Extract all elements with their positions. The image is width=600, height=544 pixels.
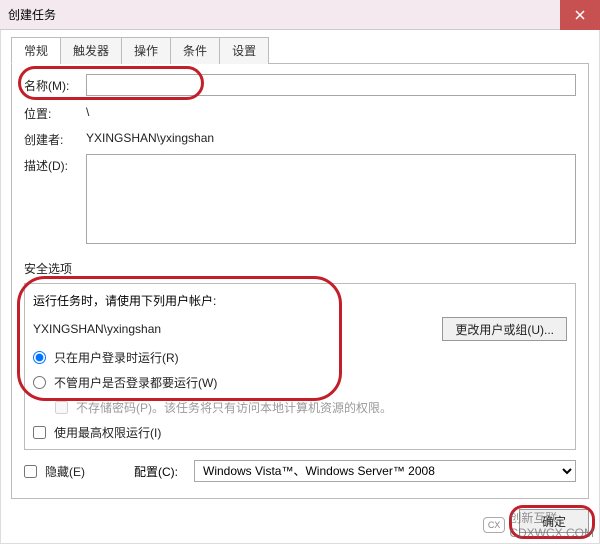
location-label: 位置:: [24, 102, 86, 122]
hidden-checkbox[interactable]: 隐藏(E): [24, 463, 134, 480]
watermark: CX 创新互联CDXWCX.COM: [483, 509, 594, 540]
tab-triggers[interactable]: 触发器: [60, 37, 122, 64]
tab-general[interactable]: 常规: [11, 37, 61, 64]
author-value: YXINGSHAN\yxingshan: [86, 128, 214, 145]
account-value: YXINGSHAN\yxingshan: [33, 322, 442, 336]
highest-privileges-checkbox[interactable]: 使用最高权限运行(I): [33, 424, 567, 441]
configure-select[interactable]: Windows Vista™、Windows Server™ 2008: [194, 460, 576, 482]
close-button[interactable]: [560, 0, 600, 30]
description-label: 描述(D):: [24, 154, 86, 174]
titlebar: 创建任务: [0, 0, 600, 30]
radio-only-loggedin[interactable]: 只在用户登录时运行(R): [33, 349, 567, 366]
nosave-password-checkbox: 不存储密码(P)。该任务将只有访问本地计算机资源的权限。: [55, 399, 567, 416]
tabstrip: 常规 触发器 操作 条件 设置: [11, 36, 589, 64]
tab-actions[interactable]: 操作: [121, 37, 171, 64]
security-options-title: 安全选项: [24, 260, 576, 277]
name-input[interactable]: [86, 74, 576, 96]
window-title: 创建任务: [8, 6, 56, 23]
author-label: 创建者:: [24, 128, 86, 148]
location-value: \: [86, 102, 89, 119]
watermark-text: 创新互联CDXWCX.COM: [509, 509, 594, 540]
radio-whether-loggedin[interactable]: 不管用户是否登录都要运行(W): [33, 374, 567, 391]
watermark-icon: CX: [483, 517, 506, 533]
name-label: 名称(M):: [24, 74, 86, 94]
tab-settings[interactable]: 设置: [219, 37, 269, 64]
tab-conditions[interactable]: 条件: [170, 37, 220, 64]
configure-label: 配置(C):: [134, 463, 194, 480]
security-options-box: 运行任务时，请使用下列用户帐户: YXINGSHAN\yxingshan 更改用…: [24, 283, 576, 450]
account-prompt: 运行任务时，请使用下列用户帐户:: [33, 292, 567, 309]
description-textarea[interactable]: [86, 154, 576, 244]
close-icon: [575, 10, 585, 20]
change-user-button[interactable]: 更改用户或组(U)...: [442, 317, 567, 341]
